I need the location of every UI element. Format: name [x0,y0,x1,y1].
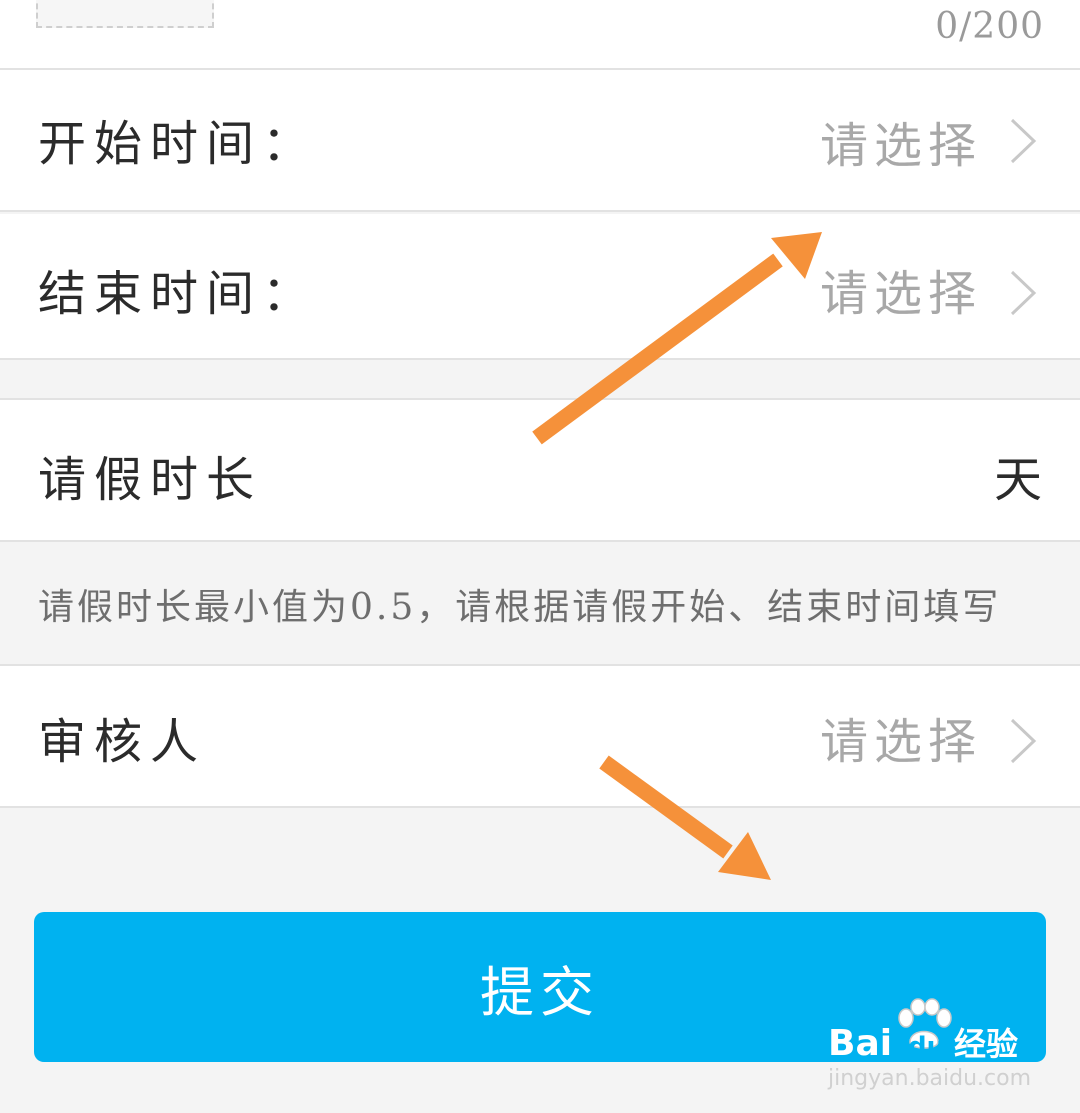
start-time-value[interactable]: 请选择 [820,122,982,170]
baidu-jingyan-watermark: Bai du 经验 jingyan.baidu.com [826,998,1046,1098]
leave-duration-hint: 请假时长最小值为0.5，请根据请假开始、结束时间填写 [38,587,1002,628]
approver-row[interactable]: 审核人 请选择 [0,664,1080,808]
watermark-url: jingyan.baidu.com [828,1066,1032,1091]
watermark-logo-suffix: 经验 [954,1025,1019,1063]
end-time-label: 结束时间： [38,266,319,322]
approver-label: 审核人 [38,714,207,770]
watermark-logo-du: du [908,1032,946,1062]
leave-duration-unit: 天 [993,452,1042,508]
watermark-logo-text: Bai [828,1023,893,1064]
remark-area[interactable]: 0/200 [0,0,1080,70]
start-time-row[interactable]: 开始时间： 请选择 [0,70,1080,212]
chevron-right-icon [1010,118,1037,164]
char-counter: 0/200 [935,6,1044,47]
end-time-row[interactable]: 结束时间： 请选择 [0,214,1080,360]
end-time-value[interactable]: 请选择 [820,270,982,318]
chevron-right-icon [1010,718,1037,764]
image-upload-placeholder[interactable] [36,0,214,28]
approver-value[interactable]: 请选择 [820,718,982,766]
leave-duration-row[interactable]: 请假时长 天 [0,398,1080,542]
leave-duration-label: 请假时长 [38,452,263,508]
start-time-label: 开始时间： [38,116,319,172]
chevron-right-icon [1010,270,1037,316]
